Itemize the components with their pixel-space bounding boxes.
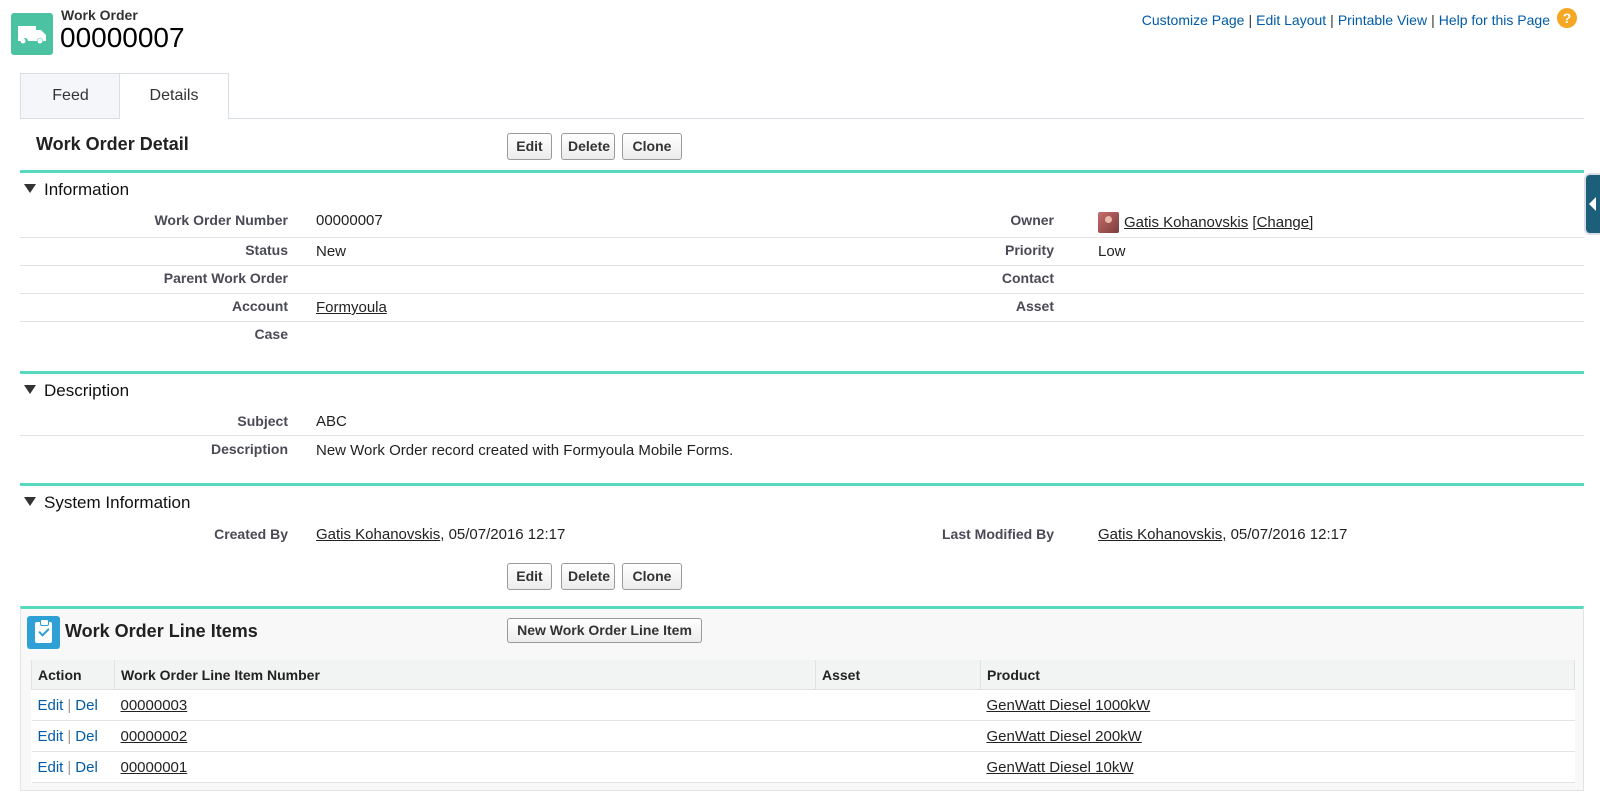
sidebar-toggle-handle[interactable] xyxy=(1584,173,1600,235)
subject-label: Subject xyxy=(237,413,288,429)
field-divider xyxy=(20,293,1584,294)
owner-change-link[interactable]: [Change] xyxy=(1252,214,1313,231)
priority-label: Priority xyxy=(1004,242,1054,258)
section-header-information[interactable]: Information xyxy=(24,180,129,200)
edit-row-link[interactable]: Edit xyxy=(38,759,64,776)
clone-button-bottom[interactable]: Clone xyxy=(622,563,682,590)
last-modified-by-value: Gatis Kohanovskis, 05/07/2016 12:17 xyxy=(1098,526,1348,543)
line-item-asset xyxy=(815,720,981,752)
clone-button[interactable]: Clone xyxy=(622,133,682,160)
edit-button-bottom[interactable]: Edit xyxy=(507,563,552,590)
line-item-asset xyxy=(815,689,981,721)
delete-row-link[interactable]: Del xyxy=(75,697,98,714)
priority-value: Low xyxy=(1098,243,1126,260)
modified-by-link[interactable]: Gatis Kohanovskis xyxy=(1098,526,1222,543)
owner-link[interactable]: Gatis Kohanovskis xyxy=(1124,214,1248,231)
delete-button[interactable]: Delete xyxy=(561,133,615,160)
contact-label: Contact xyxy=(1001,270,1054,286)
asset-label: Asset xyxy=(1015,298,1054,314)
field-divider xyxy=(20,237,1584,238)
product-link[interactable]: GenWatt Diesel 1000kW xyxy=(987,697,1151,714)
line-item-number-link[interactable]: 00000003 xyxy=(121,697,188,714)
printable-view-link[interactable]: Printable View xyxy=(1338,12,1427,28)
description-label: Description xyxy=(210,441,288,457)
description-value: New Work Order record created with Formy… xyxy=(316,442,734,459)
created-by-link[interactable]: Gatis Kohanovskis xyxy=(316,526,440,543)
section-divider xyxy=(20,483,1584,486)
delete-button-bottom[interactable]: Delete xyxy=(561,563,615,590)
clipboard-check-icon xyxy=(27,616,60,649)
tab-feed[interactable]: Feed xyxy=(20,73,121,118)
collapse-triangle-icon xyxy=(24,497,36,506)
collapse-triangle-icon xyxy=(24,385,36,394)
section-header-system-information[interactable]: System Information xyxy=(24,493,190,513)
edit-row-link[interactable]: Edit xyxy=(38,728,64,745)
work-order-number-value: 00000007 xyxy=(316,212,383,229)
field-divider xyxy=(20,435,1584,436)
product-link[interactable]: GenWatt Diesel 200kW xyxy=(987,728,1142,745)
field-divider xyxy=(20,265,1584,266)
column-header-action: Action xyxy=(31,660,115,690)
help-icon[interactable]: ? xyxy=(1557,8,1577,28)
object-type-label: Work Order xyxy=(61,7,138,23)
column-header-number[interactable]: Work Order Line Item Number xyxy=(114,660,816,690)
owner-label: Owner xyxy=(1010,212,1054,228)
chevron-left-icon xyxy=(1589,197,1596,211)
customize-page-link[interactable]: Customize Page xyxy=(1142,12,1245,28)
product-link[interactable]: GenWatt Diesel 10kW xyxy=(987,759,1134,776)
page-title: 00000007 xyxy=(60,22,185,53)
delete-row-link[interactable]: Del xyxy=(75,728,98,745)
created-by-value: Gatis Kohanovskis, 05/07/2016 12:17 xyxy=(316,526,566,543)
tab-details[interactable]: Details xyxy=(119,73,229,119)
case-label: Case xyxy=(254,326,288,342)
line-items-table: Action Work Order Line Item Number Asset… xyxy=(31,660,1575,783)
account-label: Account xyxy=(232,298,288,314)
created-by-label: Created By xyxy=(214,526,288,542)
section-divider xyxy=(20,371,1584,374)
work-order-line-items-list: Work Order Line Items New Work Order Lin… xyxy=(20,606,1584,791)
table-row: Edit | Del 00000001 GenWatt Diesel 10kW xyxy=(31,751,1575,783)
related-list-title: Work Order Line Items xyxy=(65,621,258,641)
owner-avatar xyxy=(1098,212,1119,233)
table-row: Edit | Del 00000002 GenWatt Diesel 200kW xyxy=(31,720,1575,752)
column-header-product[interactable]: Product xyxy=(980,660,1575,690)
table-row: Edit | Del 00000003 GenWatt Diesel 1000kW xyxy=(31,689,1575,721)
top-links: Customize Page | Edit Layout | Printable Vie… xyxy=(1141,12,1550,28)
edit-layout-link[interactable]: Edit Layout xyxy=(1256,12,1326,28)
new-line-item-button[interactable]: New Work Order Line Item xyxy=(507,618,702,643)
work-order-van-icon xyxy=(11,13,53,55)
line-item-number-link[interactable]: 00000002 xyxy=(121,728,188,745)
collapse-triangle-icon xyxy=(24,184,36,193)
section-header-description[interactable]: Description xyxy=(24,381,129,401)
column-header-asset[interactable]: Asset xyxy=(815,660,981,690)
work-order-number-label: Work Order Number xyxy=(154,212,288,228)
line-item-number-link[interactable]: 00000001 xyxy=(121,759,188,776)
help-link[interactable]: Help for this Page xyxy=(1439,12,1550,28)
subject-value: ABC xyxy=(316,413,347,430)
status-label: Status xyxy=(245,242,288,258)
delete-row-link[interactable]: Del xyxy=(75,759,98,776)
tab-bar: Feed Details xyxy=(20,73,1584,119)
line-item-asset xyxy=(815,751,981,783)
owner-value: Gatis Kohanovskis [Change] xyxy=(1124,214,1313,231)
field-divider xyxy=(20,321,1584,322)
status-value: New xyxy=(316,243,347,260)
section-divider xyxy=(20,170,1584,173)
edit-button[interactable]: Edit xyxy=(507,133,552,160)
account-link[interactable]: Formyoula xyxy=(316,299,387,316)
edit-row-link[interactable]: Edit xyxy=(38,697,64,714)
last-modified-by-label: Last Modified By xyxy=(941,526,1054,542)
parent-work-order-label: Parent Work Order xyxy=(163,270,288,286)
detail-title: Work Order Detail xyxy=(36,134,189,154)
